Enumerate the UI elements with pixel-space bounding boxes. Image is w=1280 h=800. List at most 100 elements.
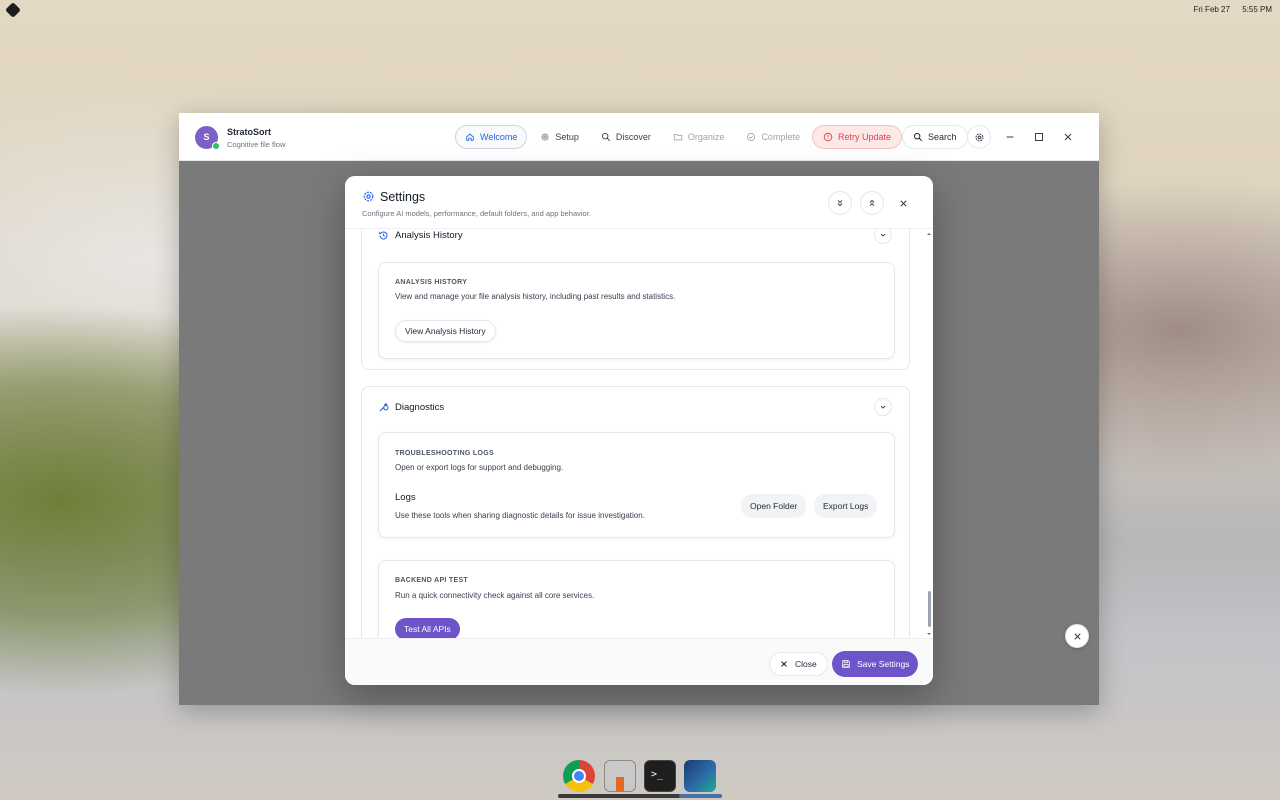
window-close-button[interactable] <box>1056 125 1080 149</box>
save-icon <box>842 660 850 668</box>
diagnostics-toggle[interactable] <box>874 398 892 416</box>
nav-complete[interactable]: Complete <box>737 125 809 149</box>
maximize-icon <box>1035 133 1043 141</box>
search-icon <box>913 132 923 142</box>
close-icon <box>781 661 787 667</box>
close-icon <box>1064 133 1072 141</box>
chrome-center-icon <box>572 769 586 783</box>
analysis-history-header[interactable]: Analysis History <box>378 229 463 245</box>
nav-welcome-label: Welcome <box>480 132 518 142</box>
analysis-history-card-label: ANALYSIS HISTORY <box>395 279 468 286</box>
chevrons-down-icon <box>837 200 843 207</box>
settings-modal: Settings Configure AI models, performanc… <box>345 176 933 685</box>
system-clock[interactable]: Fri Feb 27 5:55 PM <box>1184 5 1273 14</box>
expand-all-button[interactable] <box>828 191 852 215</box>
system-time: 5:55 PM <box>1242 5 1272 14</box>
dock-active-indicator <box>679 794 722 798</box>
analysis-history-title: Analysis History <box>395 229 463 241</box>
retry-update-button[interactable]: Retry Update <box>812 125 903 149</box>
collapse-all-button[interactable] <box>860 191 884 215</box>
analysis-history-section: Analysis History ANALYSIS HISTORY View a… <box>361 229 910 370</box>
modal-header: Settings Configure AI models, performanc… <box>345 176 933 229</box>
system-top-bar: Fri Feb 27 5:55 PM <box>0 0 1280 20</box>
modal-footer: Close Save Settings <box>345 638 933 685</box>
app-header: S StratoSort Cognitive file flow Welcome… <box>179 113 1099 161</box>
export-logs-button[interactable]: Export Logs <box>814 494 878 518</box>
nav-discover[interactable]: Discover <box>592 125 660 149</box>
nav-discover-label: Discover <box>615 132 651 142</box>
terminal-prompt-icon: >_ <box>651 769 664 780</box>
nav-welcome[interactable]: Welcome <box>455 125 528 149</box>
diagnostics-title: Diagnostics <box>395 401 445 413</box>
minimize-button[interactable] <box>998 125 1022 149</box>
minimize-icon <box>1006 136 1014 138</box>
nav-setup-label: Setup <box>555 132 579 142</box>
gear-icon <box>541 133 549 141</box>
view-analysis-history-button[interactable]: View Analysis History <box>395 320 496 342</box>
analysis-history-toggle[interactable] <box>874 229 892 244</box>
search-button[interactable]: Search <box>902 125 968 149</box>
search-label: Search <box>928 132 957 142</box>
check-circle-icon <box>747 132 756 142</box>
app-tagline: Cognitive file flow <box>227 140 286 149</box>
analysis-history-card: ANALYSIS HISTORY View and manage your fi… <box>378 262 895 359</box>
nav-complete-label: Complete <box>761 132 800 142</box>
logs-subtitle: Logs <box>395 492 416 503</box>
os-logo-icon[interactable] <box>5 2 21 18</box>
chrome-browser-icon[interactable] <box>563 760 595 792</box>
close-icon <box>899 199 907 207</box>
api-card-label: BACKEND API TEST <box>395 577 468 584</box>
settings-button[interactable] <box>967 125 991 149</box>
backend-api-test-card: BACKEND API TEST Run a quick connectivit… <box>378 560 895 638</box>
analysis-history-card-desc: View and manage your file analysis histo… <box>395 292 676 301</box>
terminal-icon[interactable]: >_ <box>644 760 676 792</box>
nav-organize[interactable]: Organize <box>664 125 734 149</box>
history-icon <box>379 231 388 239</box>
main-nav: Welcome Setup Discover Organize Complete <box>455 125 809 149</box>
modal-scroll-body[interactable]: Analysis History ANALYSIS HISTORY View a… <box>345 229 933 638</box>
home-icon <box>466 133 474 141</box>
footer-close-button[interactable]: Close <box>769 652 828 676</box>
alert-circle-icon <box>823 132 833 142</box>
logs-card-label: TROUBLESHOOTING LOGS <box>395 450 494 457</box>
save-settings-button[interactable]: Save Settings <box>832 651 919 677</box>
footer-close-label: Close <box>795 659 817 669</box>
scroll-down-arrow-icon <box>927 633 931 635</box>
brand: StratoSort Cognitive file flow <box>227 127 285 149</box>
test-all-apis-button[interactable]: Test All APIs <box>395 618 460 638</box>
modal-subtitle: Configure AI models, performance, defaul… <box>362 209 591 218</box>
chevron-down-icon <box>880 233 886 237</box>
utility-accent-icon <box>616 777 624 791</box>
floating-close-button[interactable] <box>1065 624 1089 648</box>
nav-organize-label: Organize <box>687 132 725 142</box>
troubleshooting-logs-card: TROUBLESHOOTING LOGS Open or export logs… <box>378 432 895 538</box>
nav-setup[interactable]: Setup <box>531 125 588 149</box>
chevron-down-icon <box>880 405 886 409</box>
logs-subdesc: Use these tools when sharing diagnostic … <box>395 511 645 520</box>
close-icon <box>1073 632 1081 640</box>
scroll-up-arrow-icon <box>927 233 931 235</box>
taskbar-dock: >_ <box>558 758 722 798</box>
wrench-icon <box>379 402 389 412</box>
search-icon <box>601 132 610 142</box>
stratosort-app-icon[interactable] <box>684 760 716 792</box>
folder-icon <box>673 134 683 141</box>
retry-update-label: Retry Update <box>838 132 892 142</box>
maximize-button[interactable] <box>1027 125 1051 149</box>
chevrons-up-icon <box>869 199 875 206</box>
diagnostics-header[interactable]: Diagnostics <box>378 397 444 417</box>
system-utility-icon[interactable] <box>604 760 636 792</box>
logs-card-desc: Open or export logs for support and debu… <box>395 463 564 472</box>
gear-icon <box>975 133 983 141</box>
gear-icon <box>363 191 374 202</box>
modal-title: Settings <box>380 190 426 204</box>
diagnostics-section: Diagnostics TROUBLESHOOTING LOGS Open or… <box>361 386 910 638</box>
system-date: Fri Feb 27 <box>1193 5 1230 14</box>
app-name: StratoSort <box>227 127 272 137</box>
scrollbar-thumb[interactable] <box>928 591 931 627</box>
open-folder-button[interactable]: Open Folder <box>741 494 807 518</box>
modal-close-button[interactable] <box>895 195 911 211</box>
online-status-dot <box>212 142 220 150</box>
scrollbar-track[interactable] <box>927 232 931 636</box>
api-card-desc: Run a quick connectivity check against a… <box>395 591 595 600</box>
